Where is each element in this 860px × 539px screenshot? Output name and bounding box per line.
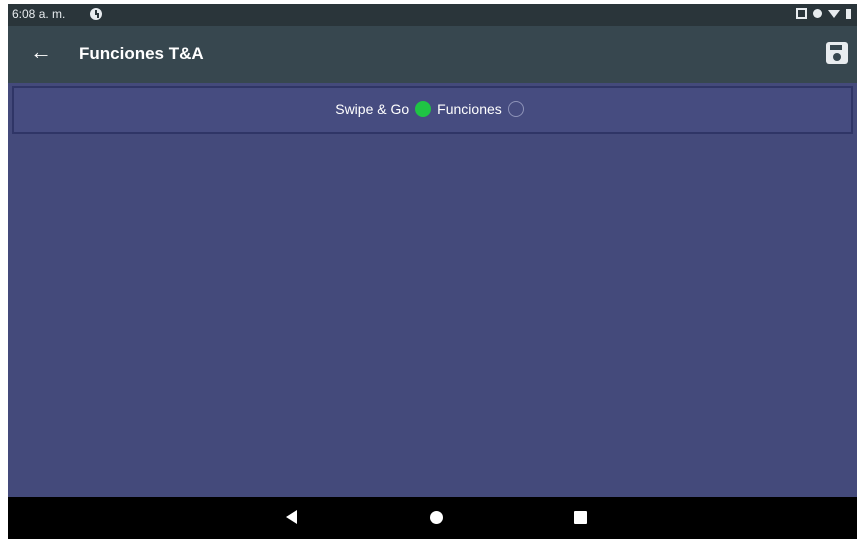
arrow-back-icon[interactable]: ← xyxy=(30,40,52,64)
app-bar: ← Funciones T&A xyxy=(8,26,857,83)
swipe-go-radio[interactable] xyxy=(415,101,432,117)
funciones-label: Funciones xyxy=(437,101,502,117)
save-icon[interactable] xyxy=(826,42,848,64)
status-time: 6:08 a. m. xyxy=(12,7,66,21)
vibrate-icon xyxy=(813,9,822,18)
save-icon-slot xyxy=(830,45,842,50)
clock-icon xyxy=(90,8,102,20)
screenshot-icon xyxy=(796,8,807,19)
swipe-go-label: Swipe & Go xyxy=(335,101,410,117)
system-nav-bar xyxy=(8,497,857,539)
recents-square-icon[interactable] xyxy=(574,511,587,524)
wifi-icon xyxy=(828,9,840,18)
home-circle-icon[interactable] xyxy=(430,511,443,524)
mode-selector: Swipe & Go Funciones xyxy=(12,86,853,134)
main-content: Swipe & Go Funciones xyxy=(8,83,857,497)
page-title: Funciones T&A xyxy=(79,44,204,63)
status-bar: 6:08 a. m. xyxy=(8,4,857,26)
save-icon-dot xyxy=(833,53,841,61)
back-triangle-icon[interactable] xyxy=(286,510,297,524)
funciones-radio[interactable] xyxy=(507,101,524,117)
battery-icon xyxy=(846,8,851,19)
status-icons xyxy=(796,8,851,19)
mode-options-row: Swipe & Go Funciones xyxy=(14,101,851,117)
